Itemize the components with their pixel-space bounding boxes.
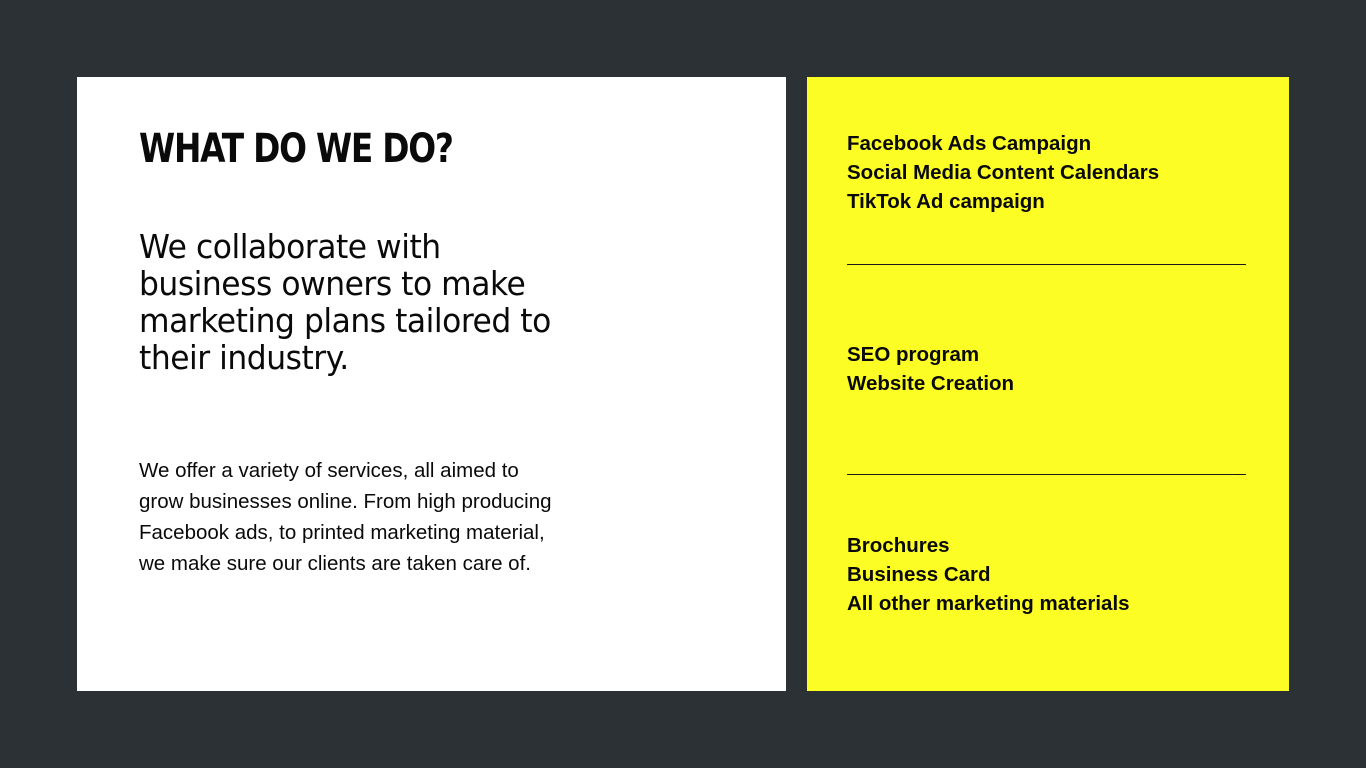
intro-card: WHAT DO WE DO? We collaborate with busin… — [77, 77, 786, 691]
service-item: Brochures — [847, 534, 950, 557]
service-item: Facebook Ads Campaign — [847, 132, 1092, 155]
divider — [847, 474, 1246, 475]
service-item: SEO program — [847, 343, 980, 366]
lead-statement: We collaborate with business owners to m… — [139, 227, 551, 377]
slide: WHAT DO WE DO? We collaborate with busin… — [0, 0, 1366, 768]
service-item: Business Card — [847, 563, 991, 586]
service-item: Social Media Content Calendars — [847, 161, 1160, 184]
service-item: Website Creation — [847, 372, 1015, 395]
services-card: Facebook Ads Campaign Social Media Conte… — [807, 77, 1289, 691]
page-title: WHAT DO WE DO? — [139, 126, 454, 172]
service-group-web: SEO program Website Creation — [847, 340, 1014, 398]
service-group-print: Brochures Business Card All other market… — [847, 531, 1130, 618]
description-paragraph: We offer a variety of services, all aime… — [139, 459, 552, 575]
service-item: TikTok Ad campaign — [847, 190, 1045, 213]
divider — [847, 264, 1246, 265]
service-group-social: Facebook Ads Campaign Social Media Conte… — [847, 129, 1159, 216]
service-item: All other marketing materials — [847, 592, 1130, 615]
